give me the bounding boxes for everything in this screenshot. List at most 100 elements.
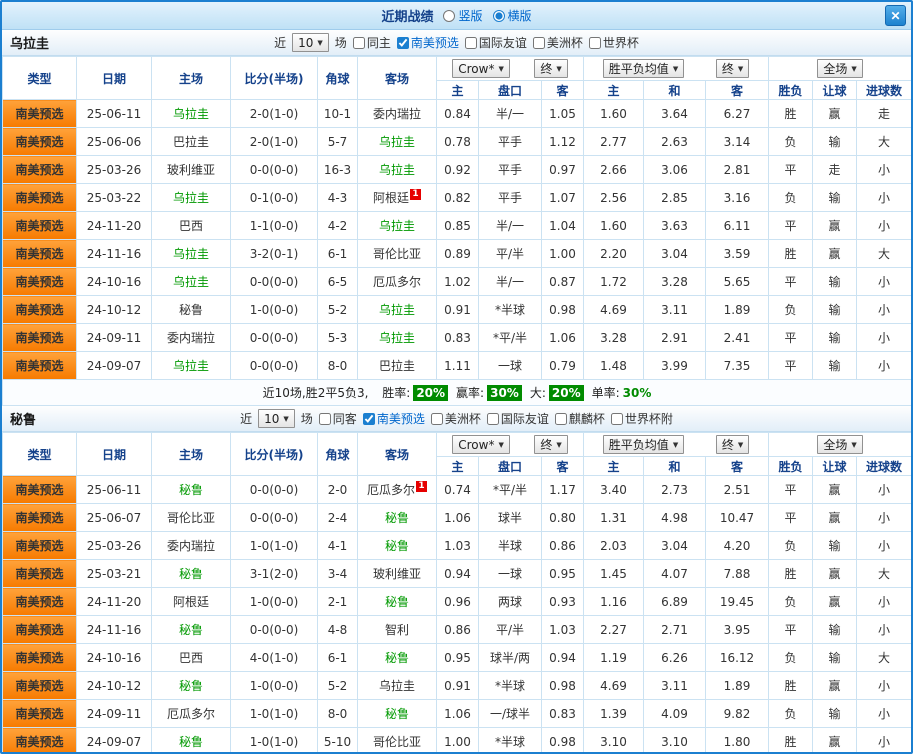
away-team[interactable]: 秘鲁 — [357, 699, 437, 728]
home-team[interactable]: 阿根廷 — [151, 587, 231, 616]
home-team[interactable]: 乌拉圭 — [151, 267, 231, 296]
home-team[interactable]: 巴拉圭 — [151, 127, 231, 156]
away-team[interactable]: 玻利维亚 — [357, 559, 437, 588]
checkbox-input[interactable] — [588, 36, 601, 49]
home-team[interactable]: 哥伦比亚 — [151, 503, 231, 532]
checkbox-input[interactable] — [464, 36, 477, 49]
away-team[interactable]: 乌拉圭 — [357, 295, 437, 324]
away-team[interactable]: 阿根廷 1 — [357, 183, 437, 212]
layout-option-vertical[interactable]: 竖版 — [443, 7, 483, 24]
filter-checkbox-4[interactable]: 麒麟杯 — [554, 410, 605, 427]
horizontal-radio[interactable] — [492, 9, 505, 22]
league-type[interactable]: 南美预选 — [2, 239, 77, 268]
checkbox-input[interactable] — [554, 412, 567, 425]
home-team[interactable]: 玻利维亚 — [151, 155, 231, 184]
home-team[interactable]: 巴西 — [151, 211, 231, 240]
filter-checkbox-0[interactable]: 同主 — [352, 34, 391, 51]
away-team[interactable]: 秘鲁 — [357, 503, 437, 532]
close-button[interactable]: ✕ — [885, 5, 906, 26]
match-count-select[interactable]: 10 ▼ — [258, 409, 295, 428]
league-type[interactable]: 南美预选 — [2, 183, 77, 212]
home-team[interactable]: 乌拉圭 — [151, 239, 231, 268]
ah-line: 半/一 — [478, 211, 542, 240]
odds-source-dropdown[interactable]: 胜平负均值 ▼ — [602, 59, 685, 78]
league-type[interactable]: 南美预选 — [2, 503, 77, 532]
league-type[interactable]: 南美预选 — [2, 475, 77, 504]
league-type[interactable]: 南美预选 — [2, 323, 77, 352]
league-type[interactable]: 南美预选 — [2, 671, 77, 700]
filter-checkbox-5[interactable]: 世界杯附 — [610, 410, 673, 427]
ah-source-dropdown[interactable]: Crow* ▼ — [452, 435, 510, 454]
league-type[interactable]: 南美预选 — [2, 295, 77, 324]
league-type[interactable]: 南美预选 — [2, 643, 77, 672]
home-team[interactable]: 委内瑞拉 — [151, 323, 231, 352]
home-team[interactable]: 秘鲁 — [151, 727, 231, 752]
away-team[interactable]: 乌拉圭 — [357, 671, 437, 700]
away-team[interactable]: 智利 — [357, 615, 437, 644]
league-type[interactable]: 南美预选 — [2, 99, 77, 128]
league-type[interactable]: 南美预选 — [2, 727, 77, 752]
away-team[interactable]: 秘鲁 — [357, 587, 437, 616]
home-team[interactable]: 秘鲁 — [151, 295, 231, 324]
home-team[interactable]: 厄瓜多尔 — [151, 699, 231, 728]
league-type[interactable]: 南美预选 — [2, 559, 77, 588]
away-team[interactable]: 哥伦比亚 — [357, 727, 437, 752]
home-team[interactable]: 巴西 — [151, 643, 231, 672]
away-team[interactable]: 委内瑞拉 — [357, 99, 437, 128]
league-type[interactable]: 南美预选 — [2, 615, 77, 644]
away-team[interactable]: 乌拉圭 — [357, 323, 437, 352]
league-type[interactable]: 南美预选 — [2, 267, 77, 296]
filter-checkbox-2[interactable]: 国际友谊 — [464, 34, 527, 51]
fulltime-dropdown[interactable]: 全场 ▼ — [817, 435, 863, 454]
league-type[interactable]: 南美预选 — [2, 211, 77, 240]
filter-checkbox-1[interactable]: 南美预选 — [362, 410, 425, 427]
checkbox-input[interactable] — [318, 412, 331, 425]
odds-final-dropdown[interactable]: 终 ▼ — [715, 59, 750, 78]
filter-checkbox-3[interactable]: 美洲杯 — [532, 34, 583, 51]
filter-checkbox-3[interactable]: 国际友谊 — [486, 410, 549, 427]
home-team[interactable]: 委内瑞拉 — [151, 531, 231, 560]
away-team[interactable]: 秘鲁 — [357, 643, 437, 672]
home-team[interactable]: 秘鲁 — [151, 615, 231, 644]
home-team[interactable]: 秘鲁 — [151, 671, 231, 700]
league-type[interactable]: 南美预选 — [2, 531, 77, 560]
away-team[interactable]: 厄瓜多尔 1 — [357, 475, 437, 504]
checkbox-input[interactable] — [430, 412, 443, 425]
checkbox-input[interactable] — [486, 412, 499, 425]
away-team[interactable]: 秘鲁 — [357, 531, 437, 560]
away-team[interactable]: 哥伦比亚 — [357, 239, 437, 268]
match-count-select[interactable]: 10 ▼ — [292, 33, 329, 52]
filter-checkbox-2[interactable]: 美洲杯 — [430, 410, 481, 427]
vertical-radio[interactable] — [443, 9, 456, 22]
odds-final-dropdown[interactable]: 终 ▼ — [715, 435, 750, 454]
home-team[interactable]: 乌拉圭 — [151, 99, 231, 128]
filter-checkbox-0[interactable]: 同客 — [318, 410, 357, 427]
checkbox-input[interactable] — [610, 412, 623, 425]
ah-final-dropdown[interactable]: 终 ▼ — [534, 435, 568, 454]
home-team[interactable]: 秘鲁 — [151, 559, 231, 588]
filter-checkbox-4[interactable]: 世界杯 — [588, 34, 639, 51]
fulltime-dropdown[interactable]: 全场 ▼ — [817, 59, 863, 78]
checkbox-input[interactable] — [352, 36, 365, 49]
away-team[interactable]: 乌拉圭 — [357, 211, 437, 240]
away-team[interactable]: 乌拉圭 — [357, 127, 437, 156]
filter-checkbox-1[interactable]: 南美预选 — [396, 34, 459, 51]
league-type[interactable]: 南美预选 — [2, 155, 77, 184]
checkbox-input[interactable] — [396, 36, 409, 49]
league-type[interactable]: 南美预选 — [2, 351, 77, 380]
home-team[interactable]: 乌拉圭 — [151, 351, 231, 380]
away-team[interactable]: 厄瓜多尔 — [357, 267, 437, 296]
league-type[interactable]: 南美预选 — [2, 587, 77, 616]
checkbox-input[interactable] — [362, 412, 375, 425]
home-team[interactable]: 秘鲁 — [151, 475, 231, 504]
ah-final-dropdown[interactable]: 终 ▼ — [534, 59, 568, 78]
away-team[interactable]: 乌拉圭 — [357, 155, 437, 184]
league-type[interactable]: 南美预选 — [2, 127, 77, 156]
away-team[interactable]: 巴拉圭 — [357, 351, 437, 380]
odds-source-dropdown[interactable]: 胜平负均值 ▼ — [602, 435, 685, 454]
checkbox-input[interactable] — [532, 36, 545, 49]
league-type[interactable]: 南美预选 — [2, 699, 77, 728]
ah-source-dropdown[interactable]: Crow* ▼ — [452, 59, 510, 78]
layout-option-horizontal[interactable]: 横版 — [492, 7, 532, 24]
home-team[interactable]: 乌拉圭 — [151, 183, 231, 212]
